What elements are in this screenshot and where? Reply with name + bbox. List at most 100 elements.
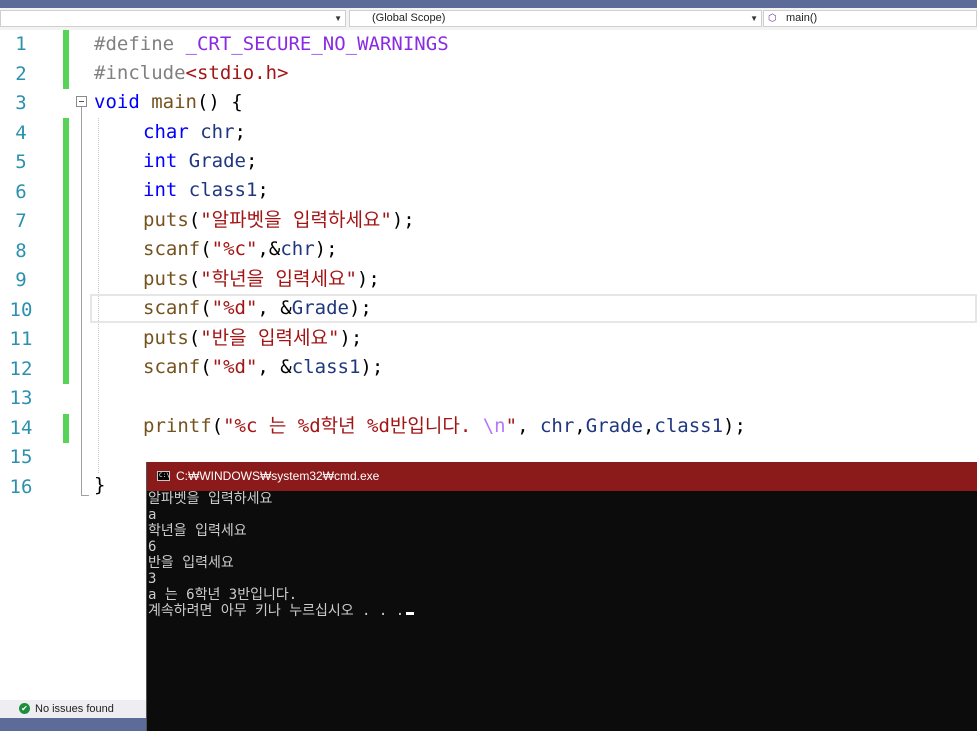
keyword: int — [143, 150, 178, 172]
console-line: a — [148, 507, 157, 523]
console-title-bar[interactable]: C:\ C:₩WINDOWS₩system32₩cmd.exe — [147, 462, 977, 491]
member-label: main() — [786, 12, 818, 24]
variable: chr — [539, 415, 575, 437]
code-line-12: scanf("%d", &class1); — [94, 353, 383, 382]
variable: chr — [200, 121, 235, 143]
function-call: scanf — [143, 356, 201, 378]
punctuation: ); — [391, 209, 415, 231]
variable: class1 — [291, 356, 361, 378]
line-number: 11 — [9, 328, 33, 350]
macro-name: _CRT_SECURE_NO_WARNINGS — [185, 33, 449, 55]
cmd-icon: C:\ — [157, 471, 170, 481]
console-line: 6 — [148, 539, 157, 555]
console-line: 3 — [148, 571, 157, 587]
punctuation: ( — [200, 238, 212, 260]
punctuation: , — [517, 415, 540, 437]
variable: class1 — [188, 179, 258, 201]
line-number: 10 — [9, 299, 33, 321]
punctuation: ( — [188, 327, 201, 349]
variable: Grade — [585, 415, 643, 437]
keyword: void — [94, 91, 140, 113]
change-indicator — [63, 118, 69, 384]
variable: class1 — [654, 415, 724, 437]
issues-status[interactable]: No issues found — [35, 703, 114, 715]
punctuation: ( — [200, 356, 212, 378]
line-number: 6 — [15, 181, 27, 203]
code-line-1: #define _CRT_SECURE_NO_WARNINGS — [94, 30, 449, 59]
code-line-4: char chr; — [94, 118, 246, 147]
code-line-9: puts("학년을 입력세요"); — [94, 265, 380, 294]
string-literal: " — [505, 415, 518, 437]
console-line: 학년을 입력세요 — [148, 523, 247, 539]
code-line-6: int class1; — [94, 176, 269, 205]
line-number: 2 — [15, 63, 27, 85]
scope-dropdown[interactable]: (Global Scope) ▼ — [349, 10, 762, 27]
function-call: puts — [143, 268, 189, 290]
function-name: main — [151, 91, 197, 113]
line-number: 15 — [9, 446, 33, 468]
function-call: scanf — [143, 297, 201, 319]
check-circle-icon: ✔ — [19, 702, 30, 714]
function-call: puts — [143, 327, 189, 349]
punctuation: ( — [188, 209, 201, 231]
line-number: 7 — [15, 210, 27, 232]
punctuation: ( — [188, 268, 201, 290]
console-line: 반을 입력세요 — [148, 555, 234, 571]
punctuation: ; — [245, 150, 258, 172]
line-number: 4 — [15, 122, 27, 144]
punctuation: , & — [257, 356, 292, 378]
console-output: 알파벳을 입력하세요 a 학년을 입력세요 6 반을 입력세요 3 a 는 6학년 3반입니… — [148, 491, 977, 731]
punctuation: ,& — [257, 238, 281, 260]
function-call: printf — [143, 415, 212, 437]
change-indicator — [63, 414, 69, 443]
bottom-bar — [0, 718, 147, 731]
member-dropdown[interactable]: ⬡ main() — [763, 10, 977, 27]
collapse-toggle-icon[interactable] — [76, 96, 87, 107]
code-line-2: #include<stdio.h> — [94, 59, 288, 88]
title-bar-strip — [0, 0, 977, 8]
change-indicator — [63, 30, 69, 89]
line-number: 13 — [9, 387, 33, 409]
punctuation: ); — [314, 238, 338, 260]
line-number: 9 — [15, 269, 27, 291]
punctuation: ; — [234, 121, 246, 143]
string-literal: "%c" — [211, 238, 258, 260]
chevron-down-icon: ▼ — [750, 14, 758, 23]
code-line-11: puts("반을 입력세요"); — [94, 324, 362, 353]
punctuation: ); — [348, 297, 372, 319]
project-dropdown[interactable]: ▼ — [0, 10, 346, 27]
closing-brace: } — [94, 474, 106, 496]
code-line-8: scanf("%c",&chr); — [94, 235, 338, 264]
escape-sequence: \n — [482, 415, 506, 437]
string-literal: "학년을 입력세요" — [200, 268, 357, 290]
line-number: 14 — [9, 417, 33, 439]
code-line-14: printf("%c 는 %d학년 %d반입니다. \n", chr,Grade… — [94, 412, 746, 441]
console-title: C:₩WINDOWS₩system32₩cmd.exe — [176, 469, 380, 483]
code-line-10: scanf("%d", &Grade); — [94, 294, 372, 323]
punctuation: ( — [211, 415, 224, 437]
status-bar: ✔ No issues found — [0, 700, 147, 718]
line-number: 8 — [15, 240, 27, 262]
variable: Grade — [188, 150, 246, 172]
line-number: 3 — [15, 92, 27, 114]
cube-icon: ⬡ — [768, 13, 777, 24]
function-call: scanf — [143, 238, 201, 260]
chevron-down-icon: ▼ — [334, 14, 342, 23]
line-number: 1 — [15, 33, 27, 55]
keyword: char — [143, 121, 189, 143]
fold-guide — [81, 107, 82, 495]
preprocessor-directive: #define — [94, 33, 175, 55]
console-cursor — [406, 612, 415, 615]
function-call: puts — [143, 209, 189, 231]
punctuation: , — [574, 415, 586, 437]
console-window[interactable]: C:\ C:₩WINDOWS₩system32₩cmd.exe 알파벳을 입력하… — [146, 462, 977, 731]
punctuation: ( — [200, 297, 212, 319]
punctuation: ; — [257, 179, 269, 201]
console-line: 계속하려면 아무 키나 누르십시오 . . . — [148, 603, 415, 619]
line-number: 12 — [9, 358, 33, 380]
include-header: <stdio.h> — [185, 62, 289, 84]
string-literal: "%c 는 %d학년 %d반입니다. — [223, 415, 483, 437]
code-line-16: } — [94, 471, 105, 500]
punctuation: , & — [257, 297, 292, 319]
variable: Grade — [291, 297, 349, 319]
